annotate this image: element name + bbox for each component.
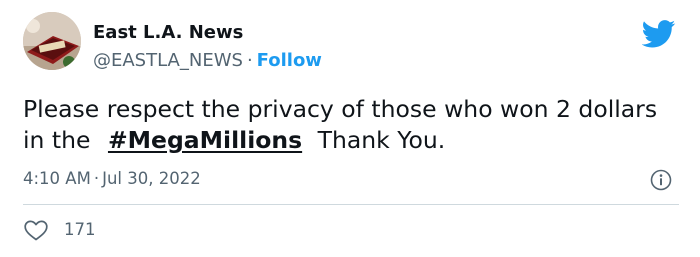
tweet-text: Please respect the privacy of those who … xyxy=(23,94,683,156)
tweet-card: East L.A. News @EASTLA_NEWS · Follow Pleas… xyxy=(0,0,700,257)
like-count[interactable]: 171 xyxy=(64,219,96,241)
author-handle[interactable]: @EASTLA_NEWS xyxy=(93,50,243,71)
info-icon[interactable] xyxy=(650,169,672,191)
hashtag-link[interactable]: #MegaMillions xyxy=(108,126,302,154)
heart-icon[interactable] xyxy=(24,220,48,241)
tweet-text-after: Thank You. xyxy=(317,126,446,154)
author-name[interactable]: East L.A. News xyxy=(93,22,243,44)
twitter-bird-icon[interactable] xyxy=(642,20,676,48)
tweet-date[interactable]: Jul 30, 2022 xyxy=(102,169,201,188)
author-handle-row: @EASTLA_NEWS · Follow xyxy=(93,50,322,72)
timestamp-separator: · xyxy=(93,169,100,188)
avatar[interactable] xyxy=(23,12,81,70)
avatar-image xyxy=(23,12,81,70)
follow-button[interactable]: Follow xyxy=(257,50,322,71)
divider xyxy=(23,204,679,205)
tweet-timestamp[interactable]: 4:10 AM · Jul 30, 2022 xyxy=(23,168,201,190)
tweet-time[interactable]: 4:10 AM xyxy=(23,169,91,188)
separator-dot: · xyxy=(246,50,253,71)
